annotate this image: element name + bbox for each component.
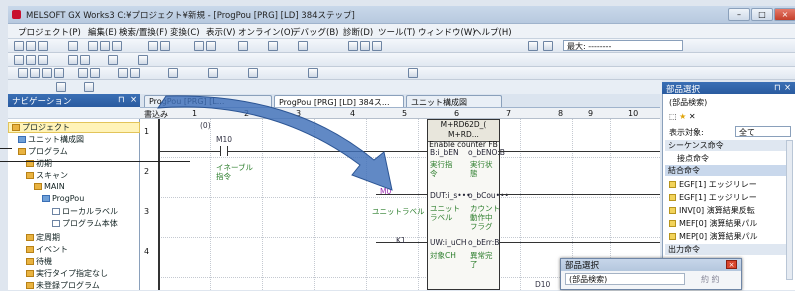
callout-line [0, 161, 190, 162]
parts-scrollbar[interactable] [786, 140, 793, 280]
group-contact[interactable]: 接点命令 [677, 153, 709, 164]
parts-item-5[interactable]: MEP[0] 演算結果パル [669, 231, 758, 242]
instruction-icon [669, 194, 676, 201]
delete-icon[interactable]: ✕ [689, 112, 696, 121]
parts-item-3[interactable]: INV[0] 演算結果反転 [669, 205, 755, 216]
display-target-select[interactable]: 全て [735, 126, 791, 137]
parts-popup: 部品選択 × (部品検索) 約 約 [560, 258, 742, 290]
filter-icon[interactable]: ⬚ [669, 112, 677, 121]
parts-toolbar: ⬚ ★ ✕ [669, 112, 696, 121]
pin-icon[interactable]: ⊓ [774, 83, 781, 93]
parts-item-1[interactable]: EGF[1] エッジリレー [669, 179, 757, 190]
group-join[interactable]: 結合命令 [665, 165, 793, 176]
parts-header: 部品選択 ⊓ × [662, 82, 795, 95]
instruction-icon [669, 233, 676, 240]
instruction-icon [669, 220, 676, 227]
popup-title: 部品選択 [561, 259, 741, 271]
parts-close-icon[interactable]: × [784, 83, 791, 93]
group-output[interactable]: 出力命令 [665, 244, 793, 255]
popup-buttons[interactable]: 約 約 [701, 274, 720, 285]
display-target-label: 表示対象: [669, 128, 704, 137]
parts-search-label[interactable]: (部品検索) [669, 97, 707, 108]
parts-item-2[interactable]: EGF[1] エッジリレー [669, 192, 757, 203]
popup-search-field[interactable]: (部品検索) [565, 273, 685, 285]
arrow-shape [157, 95, 393, 191]
instruction-icon [669, 207, 676, 214]
favorite-star-icon[interactable]: ★ [679, 112, 686, 121]
group-sequence[interactable]: シーケンス命令 [665, 140, 793, 151]
instruction-icon [669, 181, 676, 188]
callout-line [0, 148, 12, 149]
parts-item-4[interactable]: MEF[0] 演算結果パル [669, 218, 757, 229]
popup-close-button[interactable]: × [726, 260, 737, 269]
